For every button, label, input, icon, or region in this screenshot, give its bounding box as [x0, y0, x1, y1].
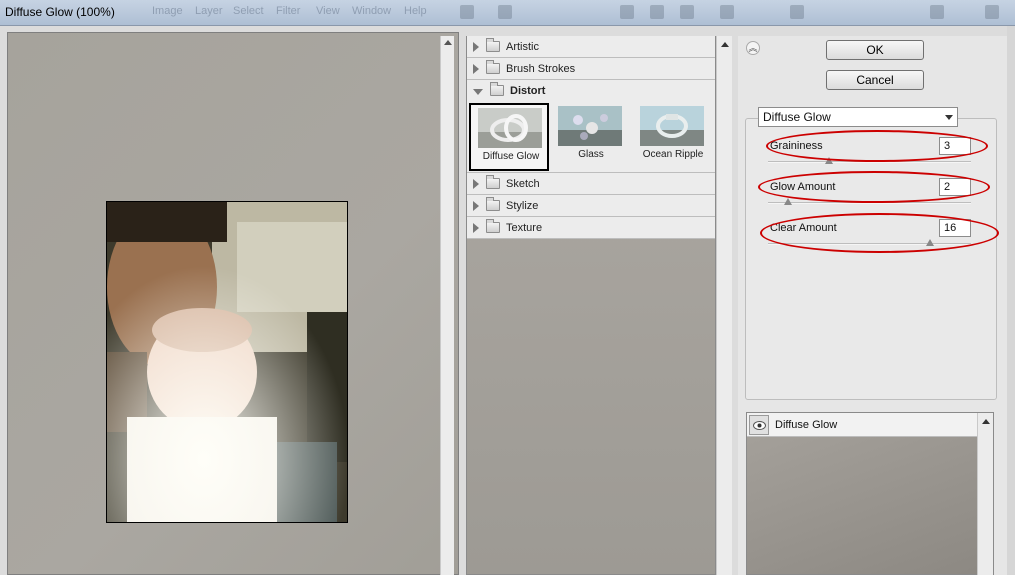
thumbnail-glass[interactable]: Glass	[551, 103, 631, 171]
menu-item-layer[interactable]: Layer	[195, 5, 223, 17]
folder-icon	[486, 219, 500, 233]
category-distort[interactable]: Distort	[467, 80, 715, 102]
toolbar-icon[interactable]	[680, 5, 694, 19]
category-label: Texture	[506, 221, 543, 234]
expand-triangle-icon[interactable]	[473, 178, 479, 189]
dropdown-arrow-icon[interactable]	[945, 115, 953, 120]
category-label: Brush Strokes	[506, 62, 576, 75]
thumbnail-image	[640, 106, 704, 146]
toolbar-icon[interactable]	[930, 5, 944, 19]
glow-amount-slider-knob[interactable]	[784, 198, 793, 205]
thumbnail-label: Diffuse Glow	[482, 151, 540, 162]
category-label: Stylize	[506, 199, 539, 212]
window-title: Diffuse Glow (100%)	[5, 5, 115, 19]
red-highlight-ellipse	[766, 130, 988, 162]
collapse-chevron-icon[interactable]: ︽	[746, 41, 760, 55]
folder-icon	[490, 82, 504, 96]
menu-item-image[interactable]: Image	[152, 5, 183, 17]
toolbar-icon[interactable]	[650, 5, 664, 19]
eye-visibility-icon[interactable]	[749, 415, 769, 435]
cancel-button[interactable]: Cancel	[826, 70, 924, 90]
category-label: Sketch	[506, 177, 540, 190]
thumbnail-diffuse-glow[interactable]: Diffuse Glow	[469, 103, 549, 171]
scroll-up-arrow-icon[interactable]	[444, 40, 452, 45]
toolbar-icon[interactable]	[498, 5, 512, 19]
menu-item-select[interactable]: Select	[233, 5, 264, 17]
expand-triangle-icon[interactable]	[473, 222, 479, 233]
layers-scrollbar[interactable]	[977, 413, 993, 575]
folder-icon	[486, 197, 500, 211]
scroll-up-arrow-icon[interactable]	[982, 419, 990, 424]
ok-button[interactable]: OK	[826, 40, 924, 60]
category-stylize[interactable]: Stylize	[467, 195, 715, 217]
thumbnail-label: Glass	[578, 149, 604, 160]
category-texture[interactable]: Texture	[467, 217, 715, 239]
red-highlight-ellipse	[760, 213, 999, 253]
toolbar-icon[interactable]	[720, 5, 734, 19]
filter-select-value: Diffuse Glow	[763, 110, 831, 124]
expand-triangle-icon[interactable]	[473, 63, 479, 74]
toolbar-icon[interactable]	[790, 5, 804, 19]
toolbar-icon[interactable]	[620, 5, 634, 19]
category-label: Artistic	[506, 40, 539, 53]
folder-icon	[486, 38, 500, 52]
thumbnail-ocean-ripple[interactable]: Ocean Ripple	[633, 103, 713, 171]
expand-triangle-icon[interactable]	[473, 200, 479, 211]
menu-item-filter[interactable]: Filter	[276, 5, 300, 17]
toolbar-icon[interactable]	[460, 5, 474, 19]
gallery-scrollbar[interactable]	[716, 36, 732, 575]
scroll-up-arrow-icon[interactable]	[721, 42, 729, 47]
menu-item-help[interactable]: Help	[404, 5, 427, 17]
category-sketch[interactable]: Sketch	[467, 173, 715, 195]
preview-scrollbar[interactable]	[440, 36, 454, 575]
effect-layer-label: Diffuse Glow	[775, 419, 838, 431]
category-artistic[interactable]: Artistic	[467, 36, 715, 58]
folder-icon	[486, 60, 500, 74]
menu-item-window[interactable]: Window	[352, 5, 391, 17]
thumbnail-label: Ocean Ripple	[642, 149, 704, 160]
category-brush-strokes[interactable]: Brush Strokes	[467, 58, 715, 80]
thumbnail-image	[478, 108, 542, 148]
distort-thumbnails: Diffuse Glow Glass Ocean Ripple	[467, 101, 715, 173]
title-bar: Diffuse Glow (100%) Image Layer Select F…	[0, 0, 1015, 26]
collapse-triangle-icon[interactable]	[473, 88, 483, 95]
folder-icon	[486, 175, 500, 189]
thumbnail-image	[558, 106, 622, 146]
category-label: Distort	[510, 84, 546, 97]
filter-select[interactable]: Diffuse Glow	[758, 107, 958, 127]
window-edge	[1007, 26, 1015, 575]
red-highlight-ellipse	[758, 171, 990, 203]
expand-triangle-icon[interactable]	[473, 41, 479, 52]
preview-photo	[106, 201, 348, 523]
effect-layer-row[interactable]: Diffuse Glow	[747, 413, 977, 437]
toolbar-icon[interactable]	[985, 5, 999, 19]
menu-item-view[interactable]: View	[316, 5, 340, 17]
